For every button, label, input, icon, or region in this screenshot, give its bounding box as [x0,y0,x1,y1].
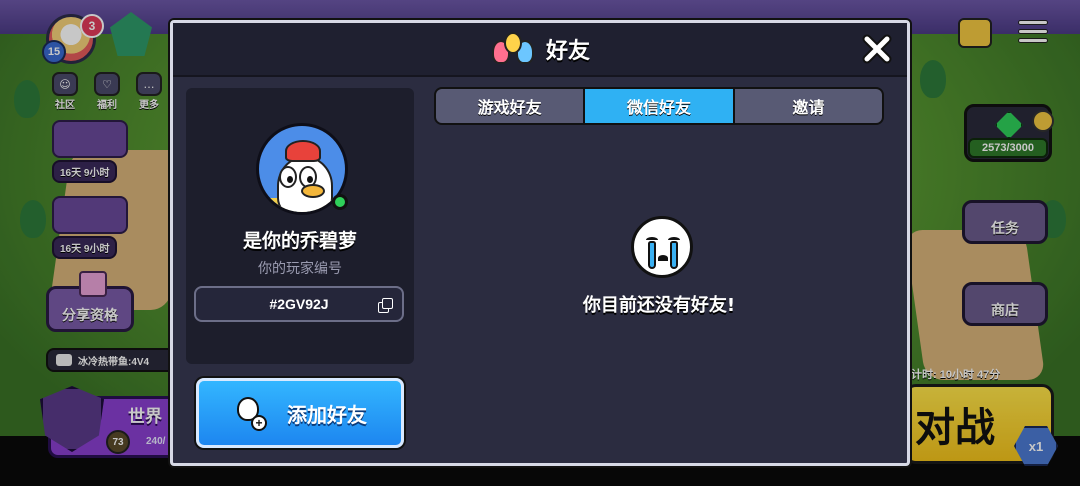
add-friend-button[interactable]: + 添加好友 [196,378,404,448]
add-friend-icon: + [233,395,267,431]
modal-header: 好友 [173,23,907,77]
player-id-box[interactable]: #2GV92J [194,286,404,322]
player-id-label: 你的玩家编号 [258,261,342,277]
profile-panel: 是你的乔碧萝 你的玩家编号 #2GV92J [186,88,414,364]
close-button[interactable] [859,31,895,67]
copy-icon[interactable] [378,298,393,313]
tab-invite[interactable]: 邀请 [734,89,882,123]
tab-game-friends[interactable]: 游戏好友 [436,89,584,123]
add-friend-label: 添加好友 [287,402,367,427]
tab-wechat-friends[interactable]: 微信好友 [585,89,733,123]
friends-icon [490,32,536,66]
crying-face-icon [631,216,693,278]
close-icon [862,34,892,64]
friends-tabs: 游戏好友 微信好友 邀请 [434,87,884,125]
player-id: #2GV92J [269,296,329,312]
empty-state-message: 你目前还没有好友! [582,295,736,316]
modal-title: 好友 [545,39,590,64]
online-indicator [332,194,348,210]
player-name: 是你的乔碧萝 [242,230,357,252]
friends-modal: 好友 是你的乔碧萝 你的玩家编号 #2GV92J + 添加好友 游戏好友 微信好… [170,20,910,466]
